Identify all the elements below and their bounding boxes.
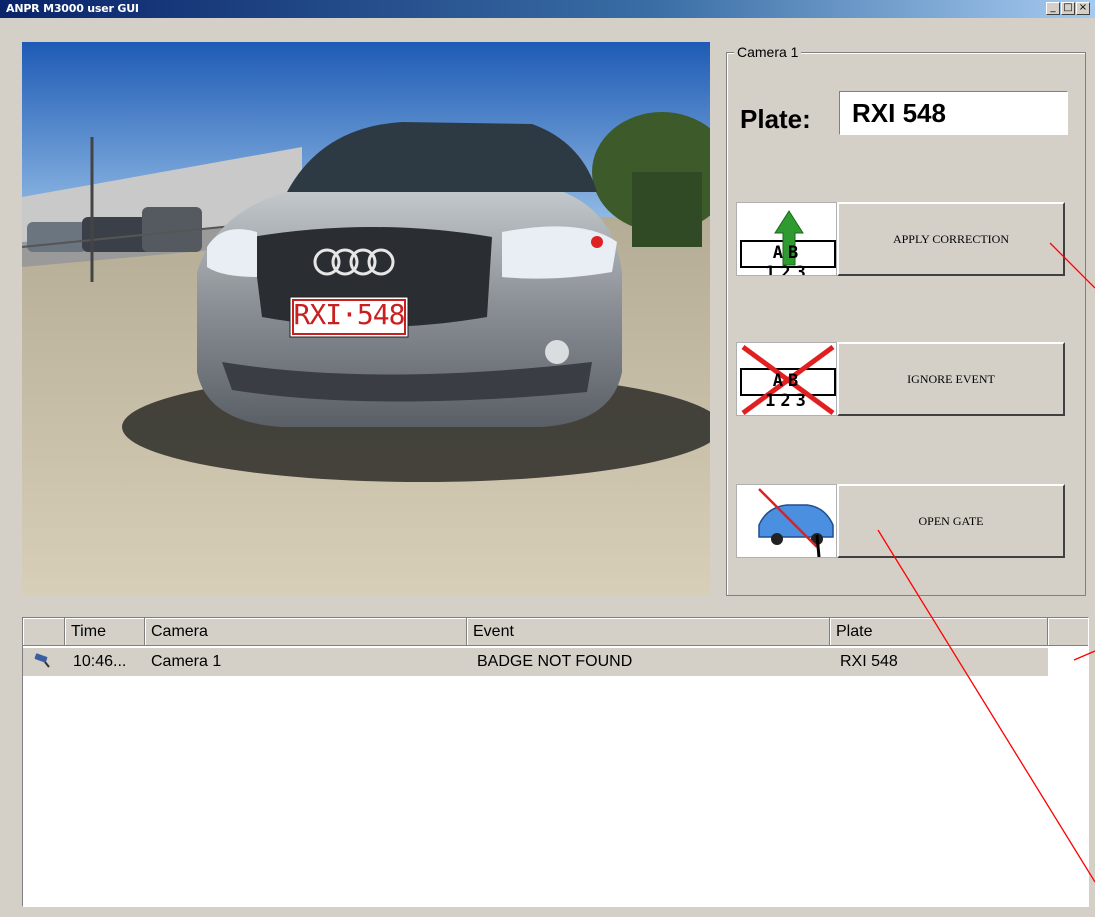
annotation-lines — [877, 242, 1095, 883]
app-window: ANPR M3000 user GUI _ □ × RXI·548 Camera… — [0, 0, 1095, 917]
